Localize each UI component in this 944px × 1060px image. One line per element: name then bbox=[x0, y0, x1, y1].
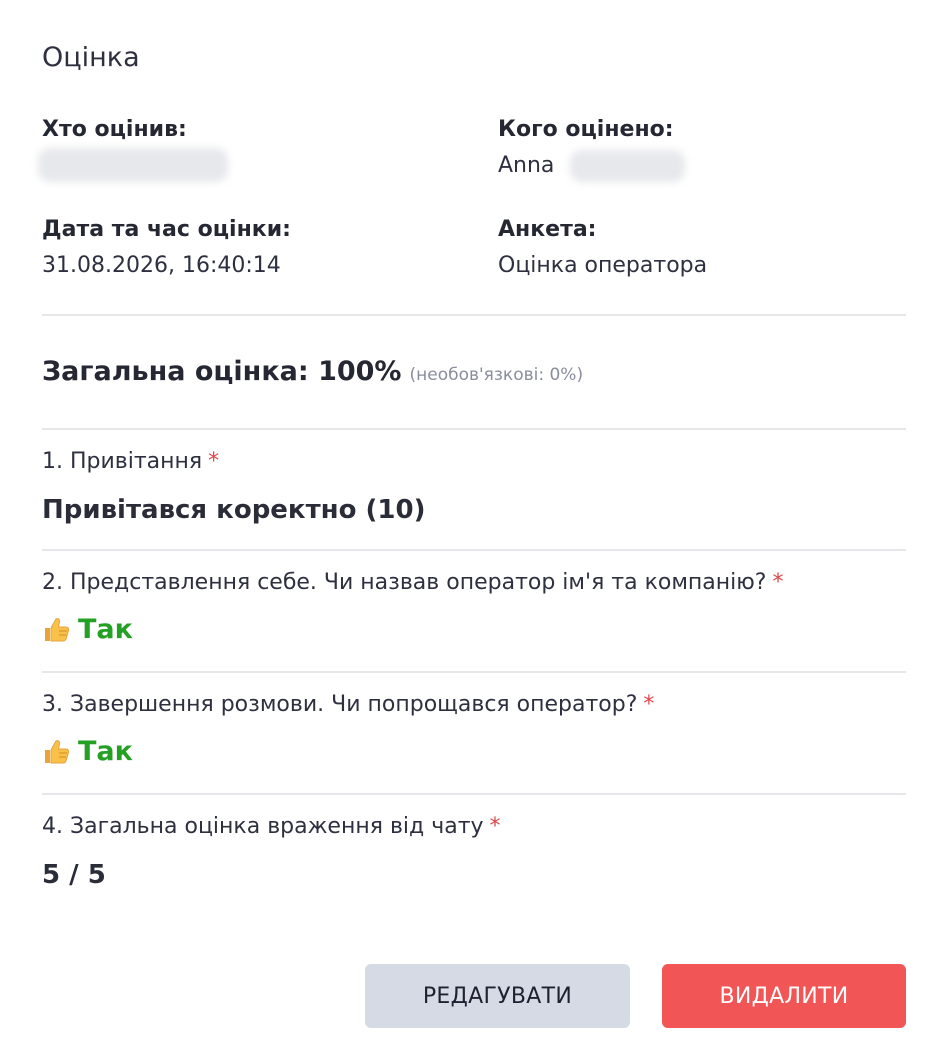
question-4-label: 4. Загальна оцінка враження від чату * bbox=[42, 814, 501, 839]
question-text: 1. Привітання bbox=[42, 449, 203, 474]
evaluated-label: Кого оцінено: bbox=[498, 117, 674, 142]
evaluated-last-name-redacted bbox=[570, 150, 685, 182]
question-text: 3. Завершення розмови. Чи попрощався опе… bbox=[42, 692, 638, 717]
evaluated-first-name: Anna bbox=[498, 153, 555, 178]
divider bbox=[42, 314, 906, 316]
question-3-answer: Так bbox=[42, 736, 133, 767]
form-label: Анкета: bbox=[498, 217, 597, 242]
answer-yes-label: Так bbox=[78, 736, 133, 767]
divider bbox=[42, 428, 906, 430]
evaluator-label: Хто оцінив: bbox=[42, 117, 187, 142]
thumbs-up-icon bbox=[45, 739, 70, 763]
question-4-score: 5 / 5 bbox=[42, 860, 106, 890]
overall-score-label: Загальна оцінка: 100% bbox=[42, 356, 402, 387]
required-marker: * bbox=[489, 814, 501, 839]
edit-button[interactable]: РЕДАГУВАТИ bbox=[365, 964, 630, 1028]
required-marker: * bbox=[772, 570, 784, 595]
datetime-value: 31.08.2026, 16:40:14 bbox=[42, 253, 281, 278]
overall-optional-note: (необов'язкові: 0%) bbox=[409, 365, 584, 385]
overall-score: Загальна оцінка: 100% (необов'язкові: 0%… bbox=[42, 356, 583, 387]
page-title: Оцінка bbox=[42, 42, 140, 73]
thumbs-up-icon bbox=[45, 617, 70, 641]
question-3-label: 3. Завершення розмови. Чи попрощався опе… bbox=[42, 692, 654, 717]
required-marker: * bbox=[208, 449, 220, 474]
divider bbox=[42, 671, 906, 673]
question-1-answer: Привітався коректно (10) bbox=[42, 495, 426, 525]
question-text: 2. Представлення себе. Чи назвав операто… bbox=[42, 570, 767, 595]
required-marker: * bbox=[643, 692, 655, 717]
delete-button[interactable]: ВИДАЛИТИ bbox=[662, 964, 906, 1028]
evaluator-name-redacted bbox=[38, 148, 228, 182]
datetime-label: Дата та час оцінки: bbox=[42, 217, 291, 242]
divider bbox=[42, 793, 906, 795]
question-2-label: 2. Представлення себе. Чи назвав операто… bbox=[42, 570, 784, 595]
question-2-answer: Так bbox=[42, 614, 133, 645]
question-1-label: 1. Привітання * bbox=[42, 449, 219, 474]
question-text: 4. Загальна оцінка враження від чату bbox=[42, 814, 484, 839]
divider bbox=[42, 549, 906, 551]
answer-yes-label: Так bbox=[78, 614, 133, 645]
form-value: Оцінка оператора bbox=[498, 253, 708, 278]
